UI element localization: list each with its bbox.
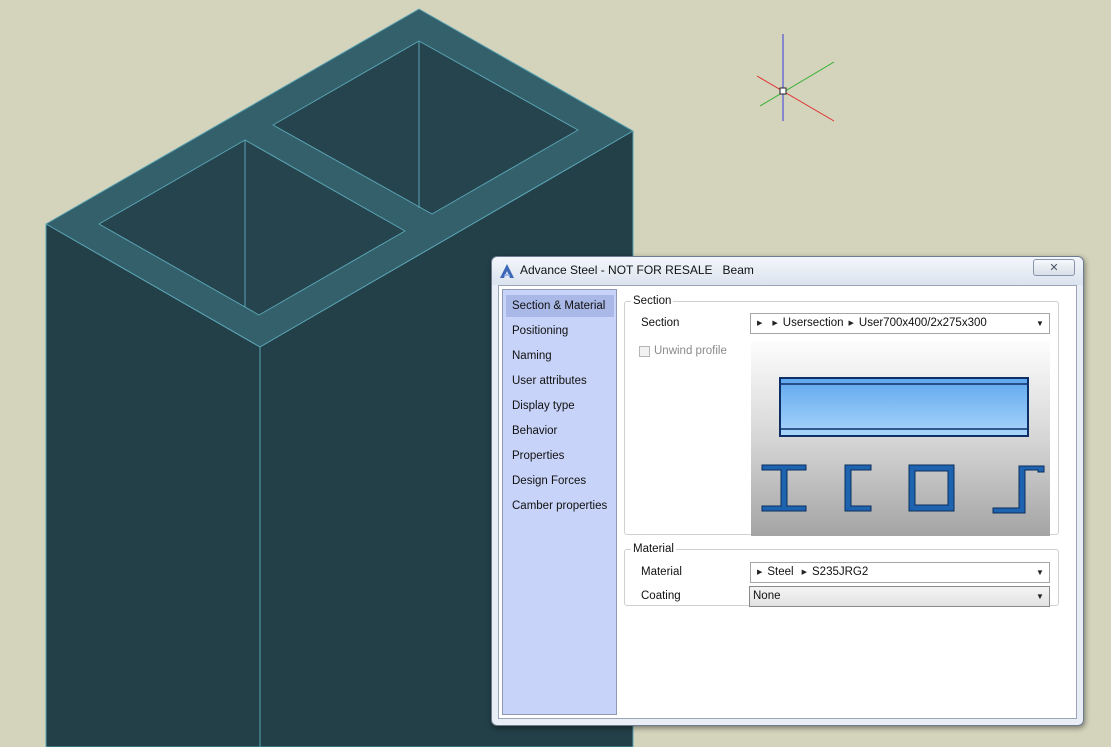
nav-item-behavior[interactable]: Behavior: [506, 420, 614, 442]
chevron-down-icon: ▼: [1036, 568, 1044, 577]
nav-item-naming[interactable]: Naming: [506, 345, 614, 367]
ucs-axes-icon: [756, 34, 835, 122]
section-group-legend: Section: [633, 295, 672, 307]
nav-item-properties[interactable]: Properties: [506, 445, 614, 467]
coating-combo[interactable]: None ▼: [749, 586, 1050, 607]
close-icon: ✕: [1049, 262, 1059, 274]
nav-item-positioning[interactable]: Positioning: [506, 320, 614, 342]
coating-value: None: [753, 590, 781, 602]
section-combo[interactable]: ▶ ▶ Usersection ▶ User700x400/2x275x300 ▼: [750, 313, 1050, 334]
beam-properties-dialog: Advance Steel - NOT FOR RESALE Beam ✕ Se…: [491, 256, 1084, 726]
advance-steel-logo-icon: [500, 264, 514, 278]
nav-item-camber-properties[interactable]: Camber properties: [506, 495, 614, 517]
channel-profile-icon: [844, 464, 872, 512]
nav-item-display-type[interactable]: Display type: [506, 395, 614, 417]
beam-elevation-icon: [779, 377, 1029, 437]
section-profile: User700x400/2x275x300: [858, 317, 987, 329]
section-material-panel: Section Section ▶ ▶ Usersection ▶ User700x40…: [621, 286, 1076, 718]
dialog-titlebar[interactable]: Advance Steel - NOT FOR RESALE Beam ✕: [492, 257, 1083, 285]
section-preview: [751, 341, 1050, 536]
coating-label: Coating: [641, 590, 681, 602]
chevron-down-icon: ▼: [1036, 592, 1044, 601]
path-arrow-icon: ▶: [757, 569, 763, 576]
nav-item-user-attributes[interactable]: User attributes: [506, 370, 614, 392]
unwind-profile-checkbox[interactable]: [639, 346, 650, 357]
dialog-title: Advance Steel - NOT FOR RESALE Beam: [520, 263, 754, 277]
section-category: Usersection: [782, 317, 844, 329]
path-arrow-icon: ▶: [801, 569, 807, 576]
section-preview-graphic: [761, 377, 1045, 514]
path-arrow-icon: ▶: [772, 320, 778, 327]
material-combo[interactable]: ▶ Steel ▶ S235JRG2 ▼: [750, 562, 1050, 583]
i-beam-profile-icon: [761, 464, 807, 512]
close-button[interactable]: ✕: [1033, 259, 1075, 276]
box-profile-icon: [908, 464, 955, 512]
section-label: Section: [641, 317, 680, 329]
category-nav: Section & Material Positioning Naming Us…: [502, 289, 617, 715]
chevron-down-icon: ▼: [1036, 319, 1044, 328]
material-type: Steel: [767, 566, 794, 578]
z-profile-icon: [992, 465, 1045, 514]
path-arrow-icon: ▶: [757, 320, 763, 327]
dialog-client-area: Section & Material Positioning Naming Us…: [498, 285, 1077, 719]
nav-item-design-forces[interactable]: Design Forces: [506, 470, 614, 492]
unwind-profile-label: Unwind profile: [654, 345, 727, 357]
path-arrow-icon: ▶: [848, 320, 854, 327]
material-group-legend: Material: [633, 543, 674, 555]
material-grade: S235JRG2: [812, 566, 869, 578]
material-label: Material: [641, 566, 682, 578]
nav-item-section-material[interactable]: Section & Material: [506, 295, 614, 317]
